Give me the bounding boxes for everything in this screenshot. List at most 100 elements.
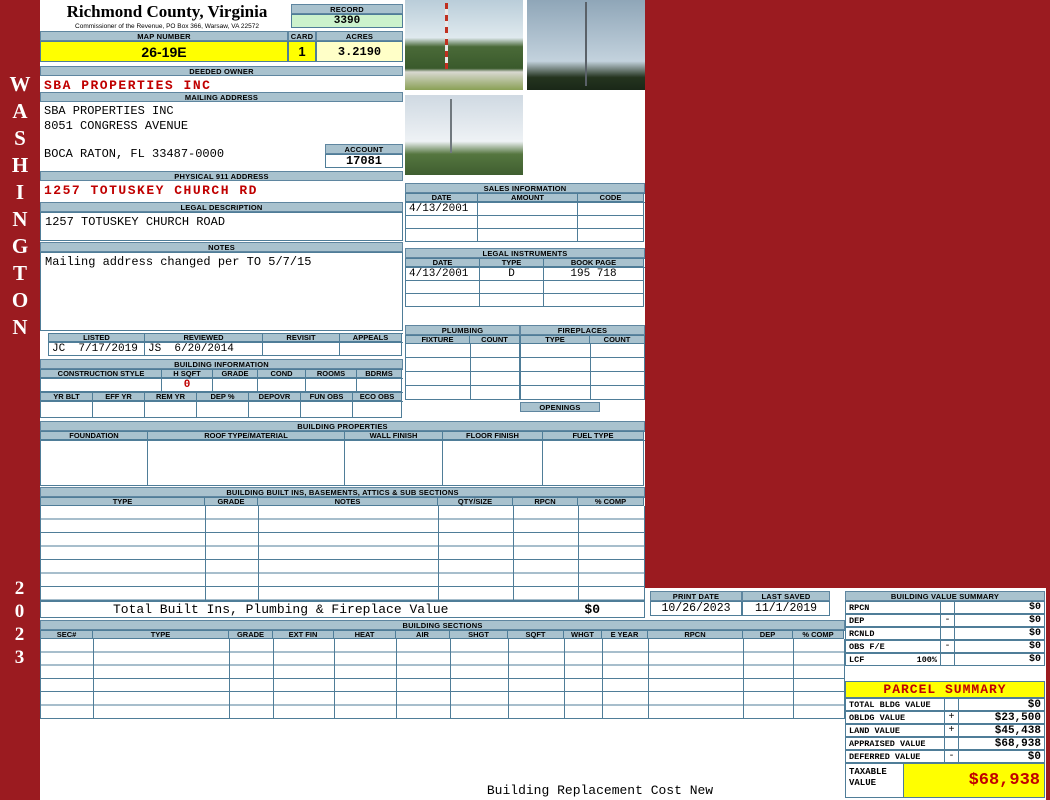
parcel-op: [945, 737, 959, 750]
legal-instruments-title: LEGAL INSTRUMENTS: [482, 248, 568, 258]
review-headers: LISTED REVIEWED REVISIT APPEALS: [48, 333, 403, 342]
sale-amount: [478, 203, 578, 216]
fireplaces-column-headers: TYPE COUNT: [520, 335, 645, 344]
parcel-op: +: [945, 711, 959, 724]
fireplaces-header: FIREPLACES: [520, 325, 645, 335]
col-wall-finish: WALL FINISH: [345, 431, 443, 440]
bvs-row-lcf: LCF 100% $0: [845, 653, 1045, 666]
instr-col-date: DATE: [406, 258, 480, 267]
bvs-op: [941, 601, 955, 614]
card-header-label: CARD: [290, 31, 314, 41]
sale-code: [578, 203, 644, 216]
acres-header-label: ACRES: [345, 31, 374, 41]
sales-col-amount: AMOUNT: [478, 193, 578, 202]
notes-header-label: NOTES: [208, 242, 235, 252]
building-info-headers-2: YR BLT EFF YR REM YR DEP % DEPOVR FUN OB…: [40, 392, 403, 401]
physical-address-value: 1257 TOTUSKEY CHURCH RD: [44, 183, 258, 198]
legal-description-value: 1257 TOTUSKEY CHURCH ROAD: [45, 215, 226, 229]
bvs-label: RPCN: [849, 602, 870, 613]
review-values: JC 7/17/2019 JS 6/20/2014: [48, 342, 403, 356]
built-ins-total-value: $0: [584, 602, 600, 617]
plumbing-column-headers: FIXTURE COUNT: [405, 335, 520, 344]
parcel-summary-title: PARCEL SUMMARY: [883, 682, 1007, 697]
col-sec-type: TYPE: [93, 630, 229, 639]
col-bi-type: TYPE: [41, 497, 205, 506]
bvs-label: OBS F/E: [849, 641, 885, 652]
bvs-row-dep: DEP - $0: [845, 614, 1045, 627]
legal-description-header-label: LEGAL DESCRIPTION: [180, 202, 263, 212]
instr-date: 4/13/2001: [406, 268, 480, 281]
col-sqft: SQFT: [508, 630, 564, 639]
mailing-address-header: MAILING ADDRESS: [40, 92, 403, 102]
acres-value: 3.2190: [316, 41, 403, 62]
account-value: 17081: [325, 154, 403, 168]
building-properties-header: BUILDING PROPERTIES: [40, 421, 645, 431]
col-sec-comp: % COMP: [793, 630, 844, 639]
col-foundation: FOUNDATION: [41, 431, 148, 440]
parcel-value: $0: [959, 750, 1045, 763]
bvs-lcf-pct: 100%: [916, 654, 937, 665]
card-value: 1: [288, 41, 316, 62]
instr-col-bookpage: BOOK PAGE: [544, 258, 644, 267]
plumbing-empty-rows: [405, 344, 520, 400]
building-value-summary-title: BUILDING VALUE SUMMARY: [890, 591, 1000, 601]
legal-instruments-header: LEGAL INSTRUMENTS: [405, 248, 645, 258]
parcel-value: $68,938: [959, 737, 1045, 750]
building-info-values-1: 0: [40, 378, 403, 392]
sales-column-headers: DATE AMOUNT CODE: [405, 193, 645, 202]
mailing-line-2: 8051 CONGRESS AVENUE: [44, 119, 189, 133]
property-photo-3[interactable]: [405, 95, 523, 175]
col-roof: ROOF TYPE/MATERIAL: [148, 431, 345, 440]
radio-tower-icon: [445, 3, 448, 69]
parcel-row-land: LAND VALUE + $45,438: [845, 724, 1045, 737]
instruments-column-headers: DATE TYPE BOOK PAGE: [405, 258, 645, 267]
col-heat: HEAT: [334, 630, 396, 639]
col-bi-rpcn: RPCN: [513, 497, 578, 506]
openings-label: OPENINGS: [539, 402, 581, 412]
col-sec-rpcn: RPCN: [648, 630, 743, 639]
acres-header: ACRES: [316, 31, 403, 41]
parcel-value: $0: [959, 698, 1045, 711]
bvs-row-rcnld: RCNLD $0: [845, 627, 1045, 640]
h-sqft-value: 0: [162, 379, 213, 392]
fireplaces-empty-rows: [520, 344, 645, 400]
mailing-line-3: BOCA RATON, FL 33487-0000: [44, 147, 225, 161]
year-label: 2023: [9, 578, 30, 670]
parcel-row-total-bldg: TOTAL BLDG VALUE $0: [845, 698, 1045, 711]
mailing-address-header-label: MAILING ADDRESS: [184, 92, 259, 102]
plumbing-header: PLUMBING: [405, 325, 520, 335]
sale-row-empty: [406, 229, 478, 242]
card-header: CARD: [288, 31, 316, 41]
parcel-label: APPRAISED VALUE: [849, 738, 926, 749]
parcel-summary-header: PARCEL SUMMARY: [845, 681, 1045, 698]
print-date-label: PRINT DATE: [672, 591, 720, 601]
property-photo-2[interactable]: [527, 0, 645, 90]
instruments-table: 4/13/2001 D 195 718: [405, 267, 645, 307]
bvs-value: $0: [955, 601, 1045, 614]
bvs-label: LCF: [849, 654, 865, 665]
col-construction-style: CONSTRUCTION STYLE: [41, 369, 162, 378]
parcel-value: $45,438: [959, 724, 1045, 737]
sales-col-code: CODE: [578, 193, 644, 202]
listed-value: JC 7/17/2019: [49, 343, 145, 356]
col-dep-pct: DEP %: [197, 392, 249, 401]
col-ext-fin: EXT FIN: [273, 630, 334, 639]
property-photo-1[interactable]: [405, 0, 523, 90]
parcel-label: DEFERRED VALUE: [849, 751, 921, 762]
revisit-value: [263, 343, 340, 356]
instr-type: D: [480, 268, 544, 281]
instr-bookpage: 195 718: [544, 268, 644, 281]
building-properties-cells: [40, 440, 645, 486]
appeals-value: [340, 343, 402, 356]
bvs-op: [941, 653, 955, 666]
col-bi-comp: % COMP: [578, 497, 644, 506]
col-rem-yr: REM YR: [145, 392, 197, 401]
built-ins-total-label: Total Built Ins, Plumbing & Fireplace Va…: [113, 602, 449, 617]
building-info-values-2: [40, 401, 403, 418]
col-cond: COND: [258, 369, 306, 378]
col-bi-notes: NOTES: [258, 497, 438, 506]
radio-tower-icon: [585, 2, 587, 86]
sales-table: 4/13/2001: [405, 202, 645, 242]
col-sec: SEC#: [41, 630, 93, 639]
building-sections-title: BUILDING SECTIONS: [402, 620, 483, 630]
